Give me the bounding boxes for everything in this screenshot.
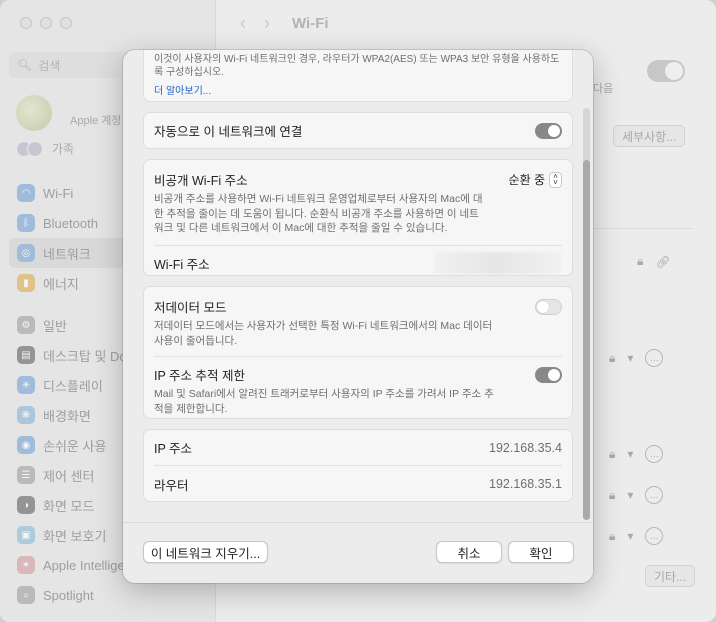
limit-ip-toggle[interactable] — [535, 367, 562, 383]
limit-ip-description: Mail 및 Safari에서 알려진 트래커로부터 사용자의 IP 주소를 가… — [154, 388, 494, 415]
private-address-card: 비공개 Wi-Fi 주소 순환 중 ˄ ˅ 비공개 주소를 사용하면 Wi-Fi … — [143, 159, 573, 276]
wifi-address-redacted-value — [434, 252, 562, 274]
private-address-title: 비공개 Wi-Fi 주소 — [154, 174, 248, 188]
sheet-footer: 이 네트워크 지우기... 취소 확인 — [123, 522, 593, 583]
auto-join-row: 자동으로 이 네트워크에 연결 — [144, 113, 572, 148]
wifi-address-label: Wi-Fi 주소 — [154, 257, 210, 272]
cancel-button[interactable]: 취소 — [436, 541, 502, 563]
low-data-title: 저데이터 모드 — [154, 301, 227, 315]
limit-ip-title: IP 주소 추적 제한 — [154, 369, 246, 383]
forget-network-button[interactable]: 이 네트워크 지우기... — [143, 541, 268, 563]
low-data-row: 저데이터 모드 저데이터 모드에서는 사용자가 선택한 특정 Wi-Fi 네트워… — [144, 287, 572, 348]
security-info-card: 이것이 사용자의 Wi-Fi 네트워크인 경우, 라우터가 WPA2(AES) … — [143, 50, 573, 102]
chevron-updown-icon: ˄ ˅ — [549, 171, 562, 188]
private-address-description: 비공개 주소를 사용하면 Wi-Fi 네트워크 운영업체로부터 사용자의 Mac… — [154, 193, 483, 234]
router-label: 라우터 — [154, 478, 189, 493]
low-data-description: 저데이터 모드에서는 사용자가 선택한 특정 Wi-Fi 네트워크에서의 Mac… — [154, 320, 493, 347]
network-info-card: IP 주소 192.168.35.4 라우터 192.168.35.1 — [143, 429, 573, 502]
auto-join-label: 자동으로 이 네트워크에 연결 — [154, 125, 303, 139]
private-address-value: 순환 중 — [508, 173, 545, 187]
ip-address-row: IP 주소 192.168.35.4 — [144, 430, 572, 465]
limit-ip-row: IP 주소 추적 제한 Mail 및 Safari에서 알려진 트래커로부터 사… — [144, 357, 572, 416]
privacy-options-card: 저데이터 모드 저데이터 모드에서는 사용자가 선택한 특정 Wi-Fi 네트워… — [143, 286, 573, 419]
security-description: 이것이 사용자의 Wi-Fi 네트워크인 경우, 라우터가 WPA2(AES) … — [154, 54, 560, 78]
private-address-select[interactable]: 순환 중 ˄ ˅ — [509, 171, 562, 188]
wifi-address-row: Wi-Fi 주소 — [144, 246, 572, 281]
ip-address-label: IP 주소 — [154, 442, 193, 456]
low-data-toggle[interactable] — [535, 299, 562, 315]
auto-join-toggle[interactable] — [535, 122, 562, 139]
ip-address-value: 192.168.35.4 — [489, 440, 562, 455]
auto-join-card: 자동으로 이 네트워크에 연결 — [143, 112, 573, 149]
learn-more-link[interactable]: 더 알아보기... — [154, 82, 562, 97]
sheet-scroll-area[interactable]: 이것이 사용자의 Wi-Fi 네트워크인 경우, 라우터가 WPA2(AES) … — [123, 50, 593, 522]
router-value: 192.168.35.1 — [489, 477, 562, 491]
router-row: 라우터 192.168.35.1 — [144, 466, 572, 502]
private-address-row: 비공개 Wi-Fi 주소 순환 중 ˄ ˅ 비공개 주소를 사용하면 Wi-Fi … — [144, 160, 572, 236]
ok-button[interactable]: 확인 — [508, 541, 574, 563]
scrollbar-thumb[interactable] — [583, 160, 590, 520]
network-details-sheet: 이것이 사용자의 Wi-Fi 네트워크인 경우, 라우터가 WPA2(AES) … — [123, 50, 593, 583]
